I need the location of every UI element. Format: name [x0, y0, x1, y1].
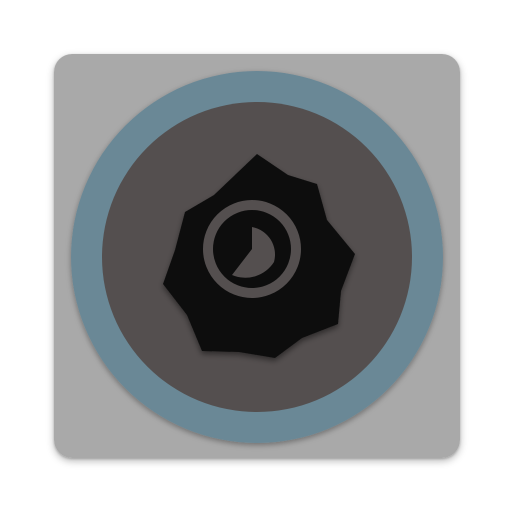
app-icon-graphic	[54, 54, 460, 458]
app-icon[interactable]	[54, 54, 460, 458]
canvas	[0, 0, 512, 512]
